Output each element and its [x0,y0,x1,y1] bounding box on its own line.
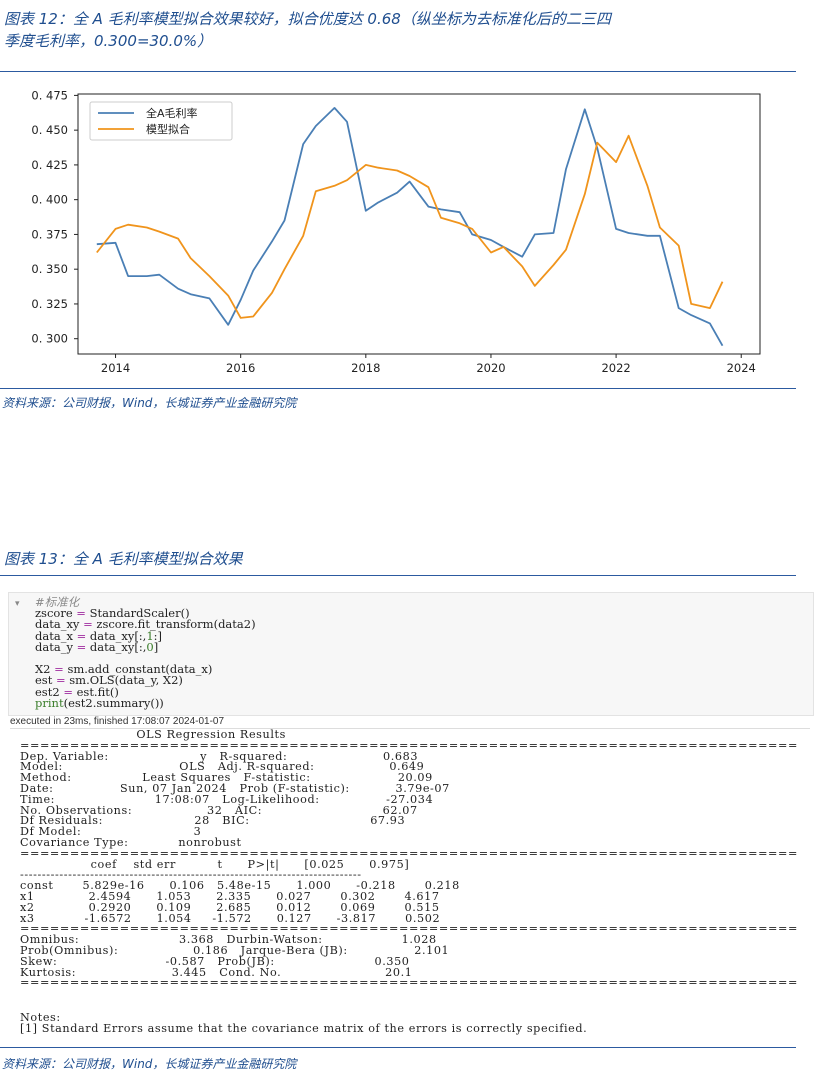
y-tick-label: 0. 300 [31,332,68,346]
legend-label: 全A毛利率 [146,106,198,120]
x-tick-label: 2022 [601,361,630,375]
x-tick-label: 2020 [476,361,505,375]
y-tick-label: 0. 350 [31,262,68,276]
code-body: zscore = StandardScaler() data_xy = zsco… [35,606,256,710]
x-tick-label: 2018 [351,361,380,375]
chart-svg: 0. 300 0. 325 0. 350 0. 375 0. 400 0. 425 0. 4… [31,88,761,375]
y-tick-label: 0. 450 [31,123,68,137]
code-block: #标准化 zscore = StandardScaler() data_xy =… [35,596,256,710]
y-tick-label: 0. 475 [31,88,68,102]
legend-label: 模型拟合 [146,122,190,136]
figure-13-source: 资料来源：公司财报，Wind，长城证券产业金融研究院 [2,1057,297,1071]
ols-notes: Notes: [1] Standard Errors assume that t… [20,1011,588,1035]
series-line-2 [96,134,724,319]
code-line: data_y = data_xy[:,0] [35,639,159,654]
x-tick-label: 2024 [727,361,756,375]
gross-margin-chart: 0. 300 0. 325 0. 350 0. 375 0. 400 0. 425 0. 4… [0,86,796,386]
chevron-down-icon[interactable]: ▾ [15,599,20,609]
y-tick-label: 0. 425 [31,158,68,172]
figure-12-title: 图表 12：全 A 毛利率模型拟合效果较好，拟合优度达 0.68（纵坐标为去标准… [4,8,814,52]
code-line: print(est2.summary()) [35,695,164,710]
figure-12-source: 资料来源：公司财报，Wind，长城证券产业金融研究院 [2,396,297,410]
figure-12-title-line2: 季度毛利率，0.300=30.0%） [4,32,213,50]
source-divider [0,1047,796,1048]
x-tick-label: 2014 [101,361,130,375]
title-divider [0,575,796,576]
ols-summary-output: OLS Regression Results =================… [20,728,798,990]
source-divider [0,388,796,389]
y-tick-label: 0. 400 [31,193,68,207]
y-tick-label: 0. 325 [31,297,68,311]
figure-12-title-line1: 图表 12：全 A 毛利率模型拟合效果较好，拟合优度达 0.68（纵坐标为去标准… [4,10,611,28]
title-divider [0,71,796,72]
code-cell[interactable]: ▾ #标准化 zscore = StandardScaler() data_xy… [8,592,814,716]
figure-13-title: 图表 13：全 A 毛利率模型拟合效果 [4,550,243,568]
series-line-1 [96,106,724,347]
x-tick-label: 2016 [226,361,255,375]
y-tick-label: 0. 375 [31,227,68,241]
